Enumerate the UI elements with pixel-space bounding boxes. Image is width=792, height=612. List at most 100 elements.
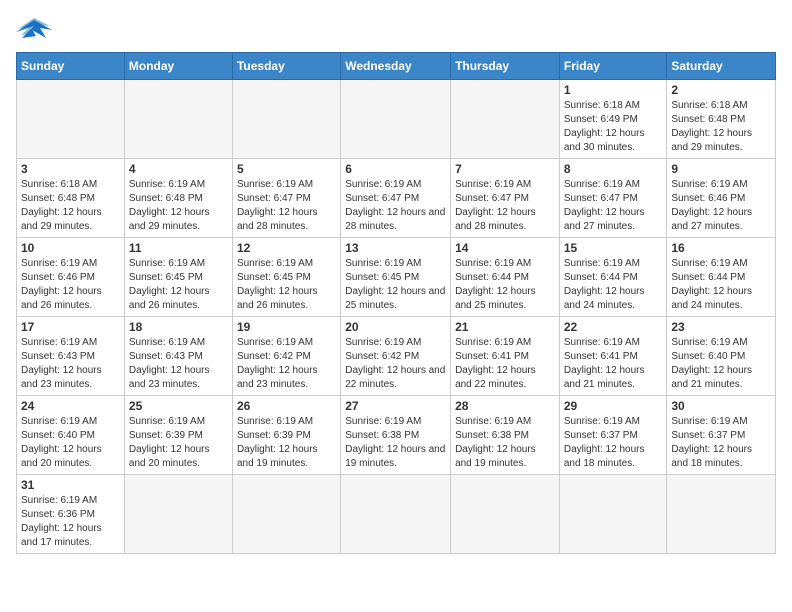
calendar-cell xyxy=(124,80,232,159)
day-number: 13 xyxy=(345,241,446,255)
calendar-cell xyxy=(667,475,776,554)
calendar-cell: 21 Sunrise: 6:19 AM Sunset: 6:41 PM Dayli… xyxy=(451,317,560,396)
day-number: 26 xyxy=(237,399,336,413)
day-number: 22 xyxy=(564,320,663,334)
day-info: Sunrise: 6:19 AM Sunset: 6:44 PM Dayligh… xyxy=(455,257,555,313)
day-number: 17 xyxy=(21,320,120,334)
day-number: 24 xyxy=(21,399,120,413)
calendar-cell: 11 Sunrise: 6:19 AM Sunset: 6:45 PM Dayli… xyxy=(124,238,232,317)
week-row-2: 3 Sunrise: 6:18 AM Sunset: 6:48 PM Daylig… xyxy=(17,159,776,238)
calendar-cell: 28 Sunrise: 6:19 AM Sunset: 6:38 PM Dayli… xyxy=(451,396,560,475)
day-info: Sunrise: 6:19 AM Sunset: 6:37 PM Dayligh… xyxy=(671,415,771,471)
day-number: 10 xyxy=(21,241,120,255)
calendar-cell: 23Sunrise: 6:19 AM Sunset: 6:40 PM Dayli… xyxy=(667,317,776,396)
week-row-3: 10 Sunrise: 6:19 AM Sunset: 6:46 PM Dayli… xyxy=(17,238,776,317)
day-header-wednesday: Wednesday xyxy=(341,53,451,80)
calendar-header-row: SundayMondayTuesdayWednesdayThursdayFrid… xyxy=(17,53,776,80)
day-info: Sunrise: 6:19 AM Sunset: 6:47 PM Dayligh… xyxy=(564,178,663,234)
calendar-cell xyxy=(341,475,451,554)
day-number: 7 xyxy=(455,162,555,176)
day-info: Sunrise: 6:18 AM Sunset: 6:48 PM Dayligh… xyxy=(21,178,120,234)
week-row-4: 17 Sunrise: 6:19 AM Sunset: 6:43 PM Dayli… xyxy=(17,317,776,396)
day-info: Sunrise: 6:18 AM Sunset: 6:48 PM Dayligh… xyxy=(671,99,771,155)
calendar-cell: 12Sunrise: 6:19 AM Sunset: 6:45 PM Dayli… xyxy=(232,238,340,317)
header xyxy=(16,16,776,44)
day-info: Sunrise: 6:19 AM Sunset: 6:39 PM Dayligh… xyxy=(129,415,228,471)
day-info: Sunrise: 6:19 AM Sunset: 6:46 PM Dayligh… xyxy=(21,257,120,313)
day-info: Sunrise: 6:18 AM Sunset: 6:49 PM Dayligh… xyxy=(564,99,663,155)
day-number: 28 xyxy=(455,399,555,413)
calendar-cell: 17 Sunrise: 6:19 AM Sunset: 6:43 PM Dayli… xyxy=(17,317,125,396)
day-number: 30 xyxy=(671,399,771,413)
day-number: 21 xyxy=(455,320,555,334)
calendar-cell: 8 Sunrise: 6:19 AM Sunset: 6:47 PM Daylig… xyxy=(559,159,667,238)
day-header-monday: Monday xyxy=(124,53,232,80)
calendar: SundayMondayTuesdayWednesdayThursdayFrid… xyxy=(16,52,776,554)
day-info: Sunrise: 6:19 AM Sunset: 6:43 PM Dayligh… xyxy=(129,336,228,392)
day-info: Sunrise: 6:19 AM Sunset: 6:44 PM Dayligh… xyxy=(564,257,663,313)
day-info: Sunrise: 6:19 AM Sunset: 6:45 PM Dayligh… xyxy=(129,257,228,313)
day-number: 19 xyxy=(237,320,336,334)
day-number: 11 xyxy=(129,241,228,255)
day-info: Sunrise: 6:19 AM Sunset: 6:38 PM Dayligh… xyxy=(455,415,555,471)
day-number: 9 xyxy=(671,162,771,176)
day-number: 18 xyxy=(129,320,228,334)
day-header-friday: Friday xyxy=(559,53,667,80)
logo xyxy=(16,16,56,44)
calendar-cell: 29 Sunrise: 6:19 AM Sunset: 6:37 PM Dayli… xyxy=(559,396,667,475)
calendar-cell: 19Sunrise: 6:19 AM Sunset: 6:42 PM Dayli… xyxy=(232,317,340,396)
calendar-cell: 14 Sunrise: 6:19 AM Sunset: 6:44 PM Dayli… xyxy=(451,238,560,317)
day-header-thursday: Thursday xyxy=(451,53,560,80)
day-number: 29 xyxy=(564,399,663,413)
calendar-cell: 7Sunrise: 6:19 AM Sunset: 6:47 PM Daylig… xyxy=(451,159,560,238)
calendar-cell: 10 Sunrise: 6:19 AM Sunset: 6:46 PM Dayli… xyxy=(17,238,125,317)
day-number: 25 xyxy=(129,399,228,413)
calendar-cell: 18 Sunrise: 6:19 AM Sunset: 6:43 PM Dayli… xyxy=(124,317,232,396)
day-number: 15 xyxy=(564,241,663,255)
calendar-cell: 26Sunrise: 6:19 AM Sunset: 6:39 PM Dayli… xyxy=(232,396,340,475)
calendar-cell xyxy=(124,475,232,554)
day-number: 20 xyxy=(345,320,446,334)
calendar-cell: 9Sunrise: 6:19 AM Sunset: 6:46 PM Daylig… xyxy=(667,159,776,238)
calendar-cell: 24Sunrise: 6:19 AM Sunset: 6:40 PM Dayli… xyxy=(17,396,125,475)
day-info: Sunrise: 6:19 AM Sunset: 6:38 PM Dayligh… xyxy=(345,415,446,471)
calendar-cell: 13 Sunrise: 6:19 AM Sunset: 6:45 PM Dayli… xyxy=(341,238,451,317)
logo-bird-icon xyxy=(16,16,52,44)
day-header-saturday: Saturday xyxy=(667,53,776,80)
day-info: Sunrise: 6:19 AM Sunset: 6:45 PM Dayligh… xyxy=(345,257,446,313)
calendar-cell: 25 Sunrise: 6:19 AM Sunset: 6:39 PM Dayli… xyxy=(124,396,232,475)
calendar-cell: 20 Sunrise: 6:19 AM Sunset: 6:42 PM Dayli… xyxy=(341,317,451,396)
week-row-5: 24Sunrise: 6:19 AM Sunset: 6:40 PM Dayli… xyxy=(17,396,776,475)
day-number: 14 xyxy=(455,241,555,255)
day-number: 3 xyxy=(21,162,120,176)
calendar-cell: 15 Sunrise: 6:19 AM Sunset: 6:44 PM Dayli… xyxy=(559,238,667,317)
day-number: 27 xyxy=(345,399,446,413)
calendar-cell xyxy=(341,80,451,159)
calendar-cell: 2 Sunrise: 6:18 AM Sunset: 6:48 PM Daylig… xyxy=(667,80,776,159)
day-info: Sunrise: 6:19 AM Sunset: 6:47 PM Dayligh… xyxy=(237,178,336,234)
day-number: 23 xyxy=(671,320,771,334)
calendar-cell: 31Sunrise: 6:19 AM Sunset: 6:36 PM Dayli… xyxy=(17,475,125,554)
day-header-tuesday: Tuesday xyxy=(232,53,340,80)
calendar-cell: 3 Sunrise: 6:18 AM Sunset: 6:48 PM Daylig… xyxy=(17,159,125,238)
week-row-6: 31Sunrise: 6:19 AM Sunset: 6:36 PM Dayli… xyxy=(17,475,776,554)
calendar-cell xyxy=(451,475,560,554)
calendar-cell xyxy=(232,80,340,159)
calendar-cell: 4Sunrise: 6:19 AM Sunset: 6:48 PM Daylig… xyxy=(124,159,232,238)
day-number: 2 xyxy=(671,83,771,97)
day-info: Sunrise: 6:19 AM Sunset: 6:48 PM Dayligh… xyxy=(129,178,228,234)
day-info: Sunrise: 6:19 AM Sunset: 6:41 PM Dayligh… xyxy=(455,336,555,392)
calendar-cell: 5Sunrise: 6:19 AM Sunset: 6:47 PM Daylig… xyxy=(232,159,340,238)
day-header-sunday: Sunday xyxy=(17,53,125,80)
day-info: Sunrise: 6:19 AM Sunset: 6:43 PM Dayligh… xyxy=(21,336,120,392)
day-info: Sunrise: 6:19 AM Sunset: 6:44 PM Dayligh… xyxy=(671,257,771,313)
day-info: Sunrise: 6:19 AM Sunset: 6:37 PM Dayligh… xyxy=(564,415,663,471)
calendar-cell: 6Sunrise: 6:19 AM Sunset: 6:47 PM Daylig… xyxy=(341,159,451,238)
calendar-cell: 30 Sunrise: 6:19 AM Sunset: 6:37 PM Dayli… xyxy=(667,396,776,475)
day-number: 8 xyxy=(564,162,663,176)
day-info: Sunrise: 6:19 AM Sunset: 6:41 PM Dayligh… xyxy=(564,336,663,392)
day-info: Sunrise: 6:19 AM Sunset: 6:42 PM Dayligh… xyxy=(345,336,446,392)
calendar-cell: 1Sunrise: 6:18 AM Sunset: 6:49 PM Daylig… xyxy=(559,80,667,159)
day-number: 31 xyxy=(21,478,120,492)
calendar-cell xyxy=(17,80,125,159)
